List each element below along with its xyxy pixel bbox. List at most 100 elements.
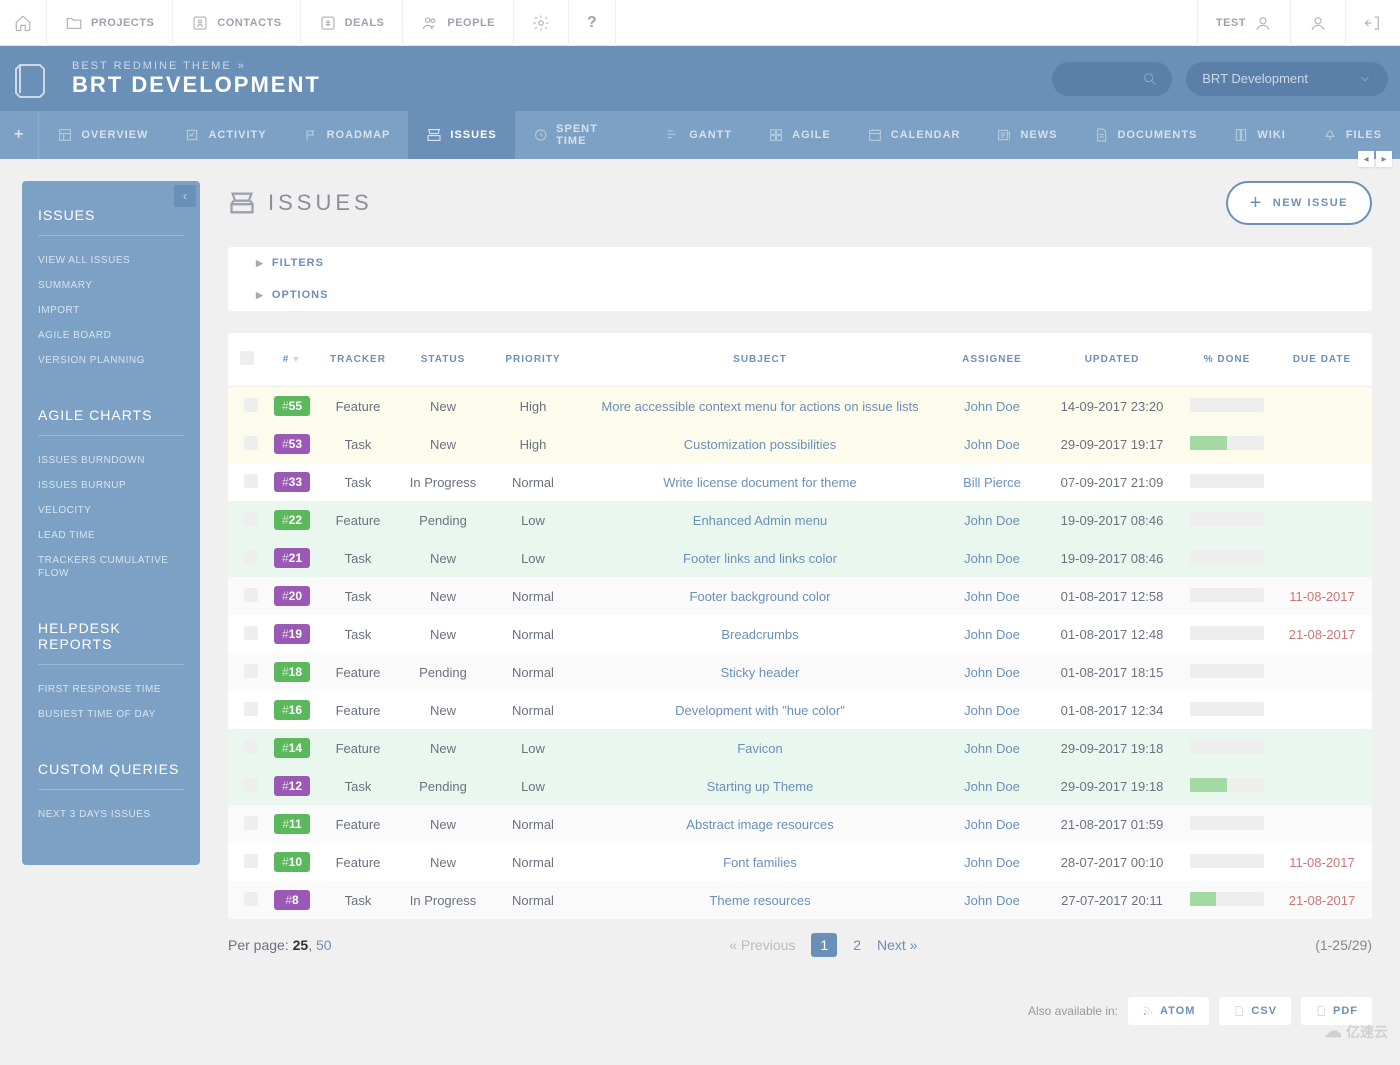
cell-subject[interactable]: Customization possibilities	[578, 425, 942, 463]
table-row[interactable]: #20TaskNewNormalFooter background colorJ…	[228, 577, 1372, 615]
row-checkbox[interactable]	[244, 664, 258, 678]
issue-id-badge[interactable]: #18	[274, 662, 310, 682]
col--done[interactable]: % DONE	[1182, 333, 1272, 387]
tab-news[interactable]: NEWS	[978, 111, 1075, 159]
col-subject[interactable]: SUBJECT	[578, 333, 942, 387]
row-checkbox[interactable]	[244, 854, 258, 868]
col-due-date[interactable]: DUE DATE	[1272, 333, 1372, 387]
page-2[interactable]: 2	[853, 937, 861, 953]
search-box[interactable]	[1052, 62, 1172, 96]
issue-id-badge[interactable]: #11	[274, 814, 310, 834]
issue-id-badge[interactable]: #12	[274, 776, 310, 796]
table-row[interactable]: #21TaskNewLowFooter links and links colo…	[228, 539, 1372, 577]
sidebar-link[interactable]: ISSUES BURNDOWN	[38, 454, 184, 467]
sidebar-link[interactable]: VELOCITY	[38, 504, 184, 517]
tabs-scroll-right[interactable]: ▸	[1376, 151, 1392, 167]
cell-assignee[interactable]: John Doe	[942, 387, 1042, 426]
cell-subject[interactable]: Footer links and links color	[578, 539, 942, 577]
sidebar-link[interactable]: VERSION PLANNING	[38, 354, 184, 367]
tab-roadmap[interactable]: ROADMAP	[285, 111, 409, 159]
page-next[interactable]: Next »	[877, 937, 917, 953]
issue-id-badge[interactable]: #55	[274, 396, 310, 416]
tab-activity[interactable]: ACTIVITY	[166, 111, 284, 159]
cell-assignee[interactable]: John Doe	[942, 729, 1042, 767]
nav-logout[interactable]	[1345, 0, 1400, 45]
cell-assignee[interactable]: John Doe	[942, 843, 1042, 881]
sidebar-link[interactable]: BUSIEST TIME OF DAY	[38, 708, 184, 721]
issue-id-badge[interactable]: #14	[274, 738, 310, 758]
select-all-checkbox[interactable]	[240, 351, 254, 365]
sidebar-link[interactable]: SUMMARY	[38, 279, 184, 292]
sidebar-link[interactable]: IMPORT	[38, 304, 184, 317]
nav-contacts[interactable]: CONTACTS	[173, 0, 300, 45]
cell-subject[interactable]: Starting up Theme	[578, 767, 942, 805]
table-row[interactable]: #12TaskPendingLowStarting up ThemeJohn D…	[228, 767, 1372, 805]
row-checkbox[interactable]	[244, 512, 258, 526]
sidebar-link[interactable]: AGILE BOARD	[38, 329, 184, 342]
table-row[interactable]: #22FeaturePendingLowEnhanced Admin menuJ…	[228, 501, 1372, 539]
cell-assignee[interactable]: John Doe	[942, 767, 1042, 805]
cell-assignee[interactable]: John Doe	[942, 577, 1042, 615]
nav-deals[interactable]: DEALS	[301, 0, 404, 45]
nav-account[interactable]	[1290, 0, 1345, 45]
table-row[interactable]: #53TaskNewHighCustomization possibilitie…	[228, 425, 1372, 463]
table-row[interactable]: #14FeatureNewLowFaviconJohn Doe29-09-201…	[228, 729, 1372, 767]
options-toggle[interactable]: ▶ OPTIONS	[228, 279, 1372, 311]
nav-home[interactable]	[0, 0, 47, 45]
issue-id-badge[interactable]: #22	[274, 510, 310, 530]
tab-agile[interactable]: AGILE	[750, 111, 849, 159]
cell-subject[interactable]: Abstract image resources	[578, 805, 942, 843]
per-page-50[interactable]: 50	[316, 937, 332, 953]
nav-help[interactable]: ?	[569, 0, 616, 45]
sidebar-link[interactable]: LEAD TIME	[38, 529, 184, 542]
cell-subject[interactable]: Theme resources	[578, 881, 942, 919]
nav-people[interactable]: PEOPLE	[403, 0, 514, 45]
issue-id-badge[interactable]: #53	[274, 434, 310, 454]
cell-assignee[interactable]: John Doe	[942, 539, 1042, 577]
row-checkbox[interactable]	[244, 892, 258, 906]
row-checkbox[interactable]	[244, 474, 258, 488]
cell-subject[interactable]: Write license document for theme	[578, 463, 942, 501]
page-1[interactable]: 1	[811, 933, 837, 957]
row-checkbox[interactable]	[244, 816, 258, 830]
tab-calendar[interactable]: CALENDAR	[849, 111, 979, 159]
table-row[interactable]: #19TaskNewNormalBreadcrumbsJohn Doe01-08…	[228, 615, 1372, 653]
tab-gantt[interactable]: GANTT	[647, 111, 750, 159]
tabs-scroll-left[interactable]: ◂	[1358, 151, 1374, 167]
sidebar-link[interactable]: TRACKERS CUMULATIVE FLOW	[38, 554, 184, 580]
tab-spent-time[interactable]: SPENT TIME	[515, 111, 647, 159]
row-checkbox[interactable]	[244, 588, 258, 602]
table-row[interactable]: #55FeatureNewHighMore accessible context…	[228, 387, 1372, 426]
project-selector[interactable]: BRT Development	[1186, 62, 1388, 96]
cell-assignee[interactable]: John Doe	[942, 653, 1042, 691]
table-row[interactable]: #18FeaturePendingNormalSticky headerJohn…	[228, 653, 1372, 691]
cell-assignee[interactable]: John Doe	[942, 805, 1042, 843]
table-row[interactable]: #10FeatureNewNormalFont familiesJohn Doe…	[228, 843, 1372, 881]
issue-id-badge[interactable]: #33	[274, 472, 310, 492]
col-status[interactable]: STATUS	[398, 333, 488, 387]
row-checkbox[interactable]	[244, 778, 258, 792]
cell-assignee[interactable]: Bill Pierce	[942, 463, 1042, 501]
issue-id-badge[interactable]: #8	[274, 890, 310, 910]
col-tracker[interactable]: TRACKER	[318, 333, 398, 387]
breadcrumb[interactable]: BEST REDMINE THEME »	[72, 60, 1052, 72]
new-issue-button[interactable]: + NEW ISSUE	[1226, 181, 1372, 225]
cell-subject[interactable]: Favicon	[578, 729, 942, 767]
table-row[interactable]: #16FeatureNewNormalDevelopment with "hue…	[228, 691, 1372, 729]
page-prev[interactable]: « Previous	[729, 937, 795, 953]
export-csv[interactable]: CSV	[1219, 997, 1291, 1025]
issue-id-badge[interactable]: #21	[274, 548, 310, 568]
col-priority[interactable]: PRIORITY	[488, 333, 578, 387]
sidebar-link[interactable]: NEXT 3 DAYS ISSUES	[38, 808, 184, 821]
table-row[interactable]: #8TaskIn ProgressNormalTheme resourcesJo…	[228, 881, 1372, 919]
cell-subject[interactable]: Enhanced Admin menu	[578, 501, 942, 539]
issue-id-badge[interactable]: #20	[274, 586, 310, 606]
row-checkbox[interactable]	[244, 626, 258, 640]
filters-toggle[interactable]: ▶ FILTERS	[228, 247, 1372, 279]
sidebar-link[interactable]: VIEW ALL ISSUES	[38, 254, 184, 267]
cell-assignee[interactable]: John Doe	[942, 691, 1042, 729]
cell-assignee[interactable]: John Doe	[942, 615, 1042, 653]
cell-subject[interactable]: Development with "hue color"	[578, 691, 942, 729]
row-checkbox[interactable]	[244, 398, 258, 412]
table-row[interactable]: #33TaskIn ProgressNormalWrite license do…	[228, 463, 1372, 501]
